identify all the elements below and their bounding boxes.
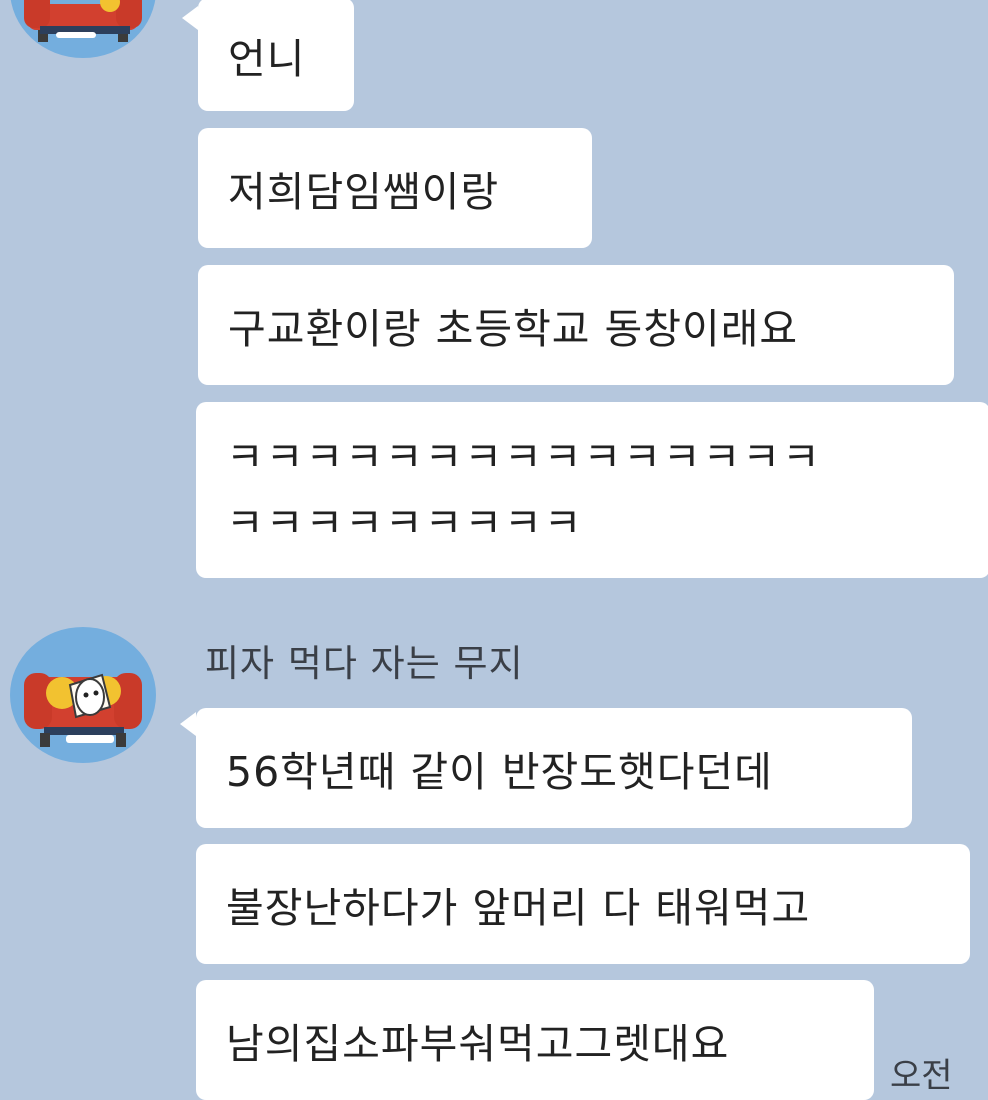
- sender-name: 피자 먹다 자는 무지: [205, 642, 524, 685]
- message-bubble[interactable]: 불장난하다가 앞머리 다 태워먹고: [196, 844, 970, 964]
- chat-room: 언니 저희담임쌤이랑 구교환이랑 초등학교 동창이래요 ㅋㅋㅋㅋㅋㅋㅋㅋㅋㅋㅋㅋ…: [0, 0, 988, 1100]
- muzi-sofa-icon: [24, 673, 142, 747]
- muzi-sofa-icon: [24, 0, 142, 42]
- bubble-tail: [180, 712, 196, 736]
- message-bubble[interactable]: 남의집소파부숴먹고그렛대요: [196, 980, 874, 1100]
- message-bubble[interactable]: 언니: [198, 0, 354, 111]
- message-bubble[interactable]: 구교환이랑 초등학교 동창이래요: [198, 265, 954, 385]
- message-text-line: ㅋㅋㅋㅋㅋㅋㅋㅋㅋㅋㅋㅋㅋㅋㅋ: [226, 433, 822, 481]
- message-text: 남의집소파부숴먹고그렛대요: [226, 1020, 730, 1068]
- message-timestamp: 오전: [890, 1056, 953, 1096]
- sender-avatar[interactable]: [10, 627, 156, 763]
- message-text: 불장난하다가 앞머리 다 태워먹고: [226, 884, 811, 932]
- message-bubble[interactable]: 56학년때 같이 반장도햇다던데: [196, 708, 912, 828]
- message-text: 언니: [228, 34, 306, 83]
- sender-avatar[interactable]: [10, 0, 156, 58]
- message-bubble[interactable]: 저희담임쌤이랑: [198, 128, 592, 248]
- bubble-tail: [182, 6, 198, 30]
- message-text-line: ㅋㅋㅋㅋㅋㅋㅋㅋㅋ: [226, 499, 584, 547]
- message-text: 구교환이랑 초등학교 동창이래요: [228, 305, 799, 353]
- message-bubble[interactable]: ㅋㅋㅋㅋㅋㅋㅋㅋㅋㅋㅋㅋㅋㅋㅋ ㅋㅋㅋㅋㅋㅋㅋㅋㅋ: [196, 402, 988, 578]
- message-text: 저희담임쌤이랑: [228, 168, 500, 216]
- message-text: 56학년때 같이 반장도햇다던데: [226, 748, 773, 796]
